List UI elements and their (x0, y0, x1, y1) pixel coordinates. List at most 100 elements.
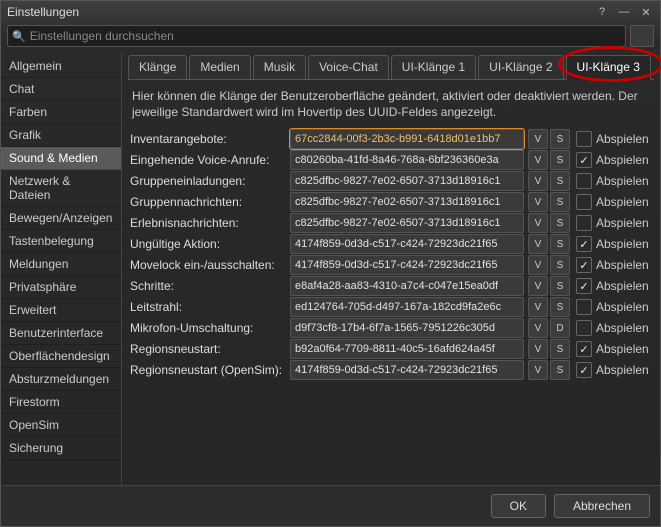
preview-button[interactable]: V (528, 129, 548, 149)
reset-button[interactable]: S (550, 255, 570, 275)
cancel-button[interactable]: Abbrechen (554, 494, 650, 518)
preview-button[interactable]: V (528, 255, 548, 275)
sidebar-item[interactable]: Oberflächendesign (1, 345, 121, 368)
uuid-field[interactable]: d9f73cf8-17b4-6f7a-1565-7951226c305d (290, 318, 524, 338)
reset-button[interactable]: S (550, 234, 570, 254)
reset-button[interactable]: S (550, 339, 570, 359)
preview-button[interactable]: V (528, 192, 548, 212)
preview-button[interactable]: V (528, 150, 548, 170)
sidebar-item[interactable]: Tastenbelegung (1, 230, 121, 253)
setting-row: Leitstrahl:ed124764-705d-d497-167a-182cd… (130, 297, 652, 317)
preview-button[interactable]: V (528, 339, 548, 359)
sidebar-item[interactable]: Allgemein (1, 55, 121, 78)
play-checkbox[interactable] (576, 173, 592, 189)
reset-button[interactable]: S (550, 129, 570, 149)
sidebar-item[interactable]: OpenSim (1, 414, 121, 437)
preview-button[interactable]: V (528, 171, 548, 191)
uuid-field[interactable]: 4174f859-0d3d-c517-c424-72923dc21f65 (290, 234, 524, 254)
tab[interactable]: Voice-Chat (308, 55, 389, 79)
play-checkbox[interactable] (576, 341, 592, 357)
uuid-field[interactable]: c825dfbc-9827-7e02-6507-3713d18916c1 (290, 192, 524, 212)
play-checkbox-label: Abspielen (596, 174, 649, 188)
sidebar-item[interactable]: Sicherung (1, 437, 121, 460)
tab[interactable]: UI-Klänge 1 (391, 55, 476, 79)
setting-row: Erlebnisnachrichten:c825dfbc-9827-7e02-6… (130, 213, 652, 233)
sidebar-item[interactable]: Firestorm (1, 391, 121, 414)
close-icon[interactable]: ✕ (638, 4, 654, 20)
search-icon: 🔍 (12, 30, 26, 43)
sidebar-item[interactable]: Erweitert (1, 299, 121, 322)
sidebar-item[interactable]: Benutzerinterface (1, 322, 121, 345)
play-checkbox[interactable] (576, 194, 592, 210)
setting-label: Regionsneustart: (130, 342, 290, 356)
play-checkbox[interactable] (576, 299, 592, 315)
reset-button[interactable]: S (550, 276, 570, 296)
play-checkbox-label: Abspielen (596, 363, 649, 377)
setting-label: Mikrofon-Umschaltung: (130, 321, 290, 335)
reset-button[interactable]: S (550, 171, 570, 191)
play-checkbox-label: Abspielen (596, 300, 649, 314)
reset-button[interactable]: S (550, 213, 570, 233)
sidebar-item[interactable]: Farben (1, 101, 121, 124)
setting-row: Eingehende Voice-Anrufe:c80260ba-41fd-8a… (130, 150, 652, 170)
play-checkbox[interactable] (576, 236, 592, 252)
sidebar-item[interactable]: Bewegen/Anzeigen (1, 207, 121, 230)
play-checkbox[interactable] (576, 131, 592, 147)
sidebar-item[interactable]: Netzwerk & Dateien (1, 170, 121, 207)
sidebar-item[interactable]: Privatsphäre (1, 276, 121, 299)
play-checkbox[interactable] (576, 362, 592, 378)
uuid-field[interactable]: 67cc2844-00f3-2b3c-b991-6418d01e1bb7 (290, 129, 524, 149)
tab[interactable]: UI-Klänge 3 (566, 55, 651, 80)
preview-button[interactable]: V (528, 213, 548, 233)
uuid-field[interactable]: ed124764-705d-d497-167a-182cd9fa2e6c (290, 297, 524, 317)
preview-button[interactable]: V (528, 318, 548, 338)
search-input[interactable]: 🔍 Einstellungen durchsuchen (7, 25, 626, 47)
uuid-field[interactable]: c825dfbc-9827-7e02-6507-3713d18916c1 (290, 171, 524, 191)
setting-label: Ungültige Aktion: (130, 237, 290, 251)
play-checkbox[interactable] (576, 320, 592, 336)
play-checkbox-label: Abspielen (596, 195, 649, 209)
tab[interactable]: Musik (253, 55, 306, 79)
setting-label: Eingehende Voice-Anrufe: (130, 153, 290, 167)
setting-row: Regionsneustart:b92a0f64-7709-8811-40c5-… (130, 339, 652, 359)
play-checkbox[interactable] (576, 257, 592, 273)
dialog-footer: OK Abbrechen (1, 485, 660, 526)
tab[interactable]: UI-Klänge 2 (478, 55, 563, 79)
sidebar-item[interactable]: Absturzmeldungen (1, 368, 121, 391)
preview-button[interactable]: V (528, 276, 548, 296)
settings-window: Einstellungen ? — ✕ 🔍 Einstellungen durc… (0, 0, 661, 527)
play-checkbox[interactable] (576, 215, 592, 231)
sidebar-item[interactable]: Chat (1, 78, 121, 101)
preview-button[interactable]: V (528, 360, 548, 380)
uuid-field[interactable]: b92a0f64-7709-8811-40c5-16afd624a45f (290, 339, 524, 359)
help-icon[interactable]: ? (594, 4, 610, 20)
minimize-icon[interactable]: — (616, 4, 632, 20)
uuid-field[interactable]: 4174f859-0d3d-c517-c424-72923dc21f65 (290, 360, 524, 380)
sidebar-item[interactable]: Grafik (1, 124, 121, 147)
tab[interactable]: Klänge (128, 55, 187, 79)
setting-row: Gruppeneinladungen:c825dfbc-9827-7e02-65… (130, 171, 652, 191)
reset-button[interactable]: D (550, 318, 570, 338)
play-checkbox[interactable] (576, 278, 592, 294)
panel-description: Hier können die Klänge der Benutzeroberf… (128, 80, 654, 124)
reset-button[interactable]: S (550, 150, 570, 170)
uuid-field[interactable]: e8af4a28-aa83-4310-a7c4-c047e15ea0df (290, 276, 524, 296)
preview-button[interactable]: V (528, 297, 548, 317)
reset-button[interactable]: S (550, 192, 570, 212)
tab[interactable]: Medien (189, 55, 250, 79)
reset-button[interactable]: S (550, 297, 570, 317)
preview-button[interactable]: V (528, 234, 548, 254)
uuid-field[interactable]: 4174f859-0d3d-c517-c424-72923dc21f65 (290, 255, 524, 275)
setting-label: Gruppeneinladungen: (130, 174, 290, 188)
play-checkbox-label: Abspielen (596, 237, 649, 251)
ok-button[interactable]: OK (491, 494, 546, 518)
reset-button[interactable]: S (550, 360, 570, 380)
sidebar-item[interactable]: Sound & Medien (1, 147, 121, 170)
play-checkbox-label: Abspielen (596, 258, 649, 272)
sidebar-item[interactable]: Meldungen (1, 253, 121, 276)
uuid-field[interactable]: c825dfbc-9827-7e02-6507-3713d18916c1 (290, 213, 524, 233)
uuid-field[interactable]: c80260ba-41fd-8a46-768a-6bf236360e3a (290, 150, 524, 170)
setting-row: Inventarangebote:67cc2844-00f3-2b3c-b991… (130, 129, 652, 149)
play-checkbox[interactable] (576, 152, 592, 168)
search-go-button[interactable] (630, 25, 654, 47)
